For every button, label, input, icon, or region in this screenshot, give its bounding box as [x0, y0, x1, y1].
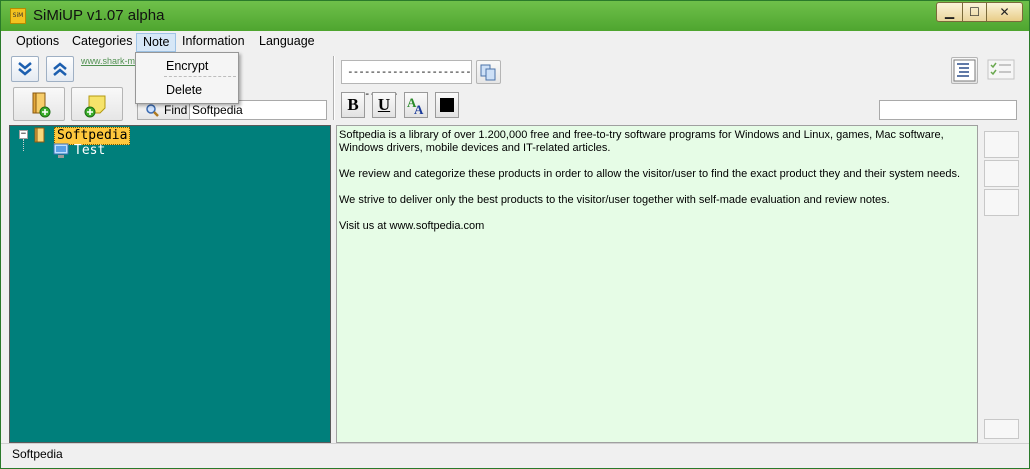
- editor-paragraph: Visit us at www.softpedia.com: [339, 220, 485, 232]
- menu-item-delete[interactable]: Delete: [166, 83, 202, 97]
- app-icon[interactable]: SiM: [10, 8, 26, 24]
- find-button-label: Find: [164, 103, 188, 117]
- menu-options[interactable]: Options: [10, 33, 65, 52]
- tree-node-label: Test: [74, 143, 106, 158]
- menu-separator: [164, 76, 236, 77]
- close-button[interactable]: ✕: [986, 2, 1023, 22]
- window-title: SiMiUP v1.07 alpha: [33, 7, 165, 24]
- add-note-icon: [84, 95, 106, 118]
- menu-note[interactable]: Note: [136, 33, 177, 52]
- underline-button[interactable]: U: [372, 92, 396, 118]
- side-button-panel: [980, 125, 1023, 443]
- checklist-icon: [987, 59, 1015, 80]
- double-chevron-up-icon: [53, 62, 67, 76]
- editor-paragraph: Softpedia is a library of over 1.200,000…: [339, 129, 944, 154]
- status-text: Softpedia: [12, 447, 63, 461]
- bold-button[interactable]: B: [341, 92, 365, 118]
- add-folder-icon: [32, 92, 51, 118]
- computer-icon: [53, 143, 69, 158]
- menu-language[interactable]: Language: [253, 33, 321, 52]
- note-menu-dropdown: Encrypt Delete: [135, 52, 239, 104]
- menu-item-encrypt[interactable]: Encrypt: [166, 59, 208, 73]
- side-button-1[interactable]: [984, 131, 1019, 158]
- side-button-3[interactable]: [984, 189, 1019, 216]
- note-editor[interactable]: Softpedia is a library of over 1.200,000…: [336, 125, 978, 443]
- menu-categories[interactable]: Categories: [66, 33, 138, 52]
- editor-paragraph: We strive to deliver only the best produ…: [339, 194, 890, 206]
- minimize-button[interactable]: ▁: [936, 2, 963, 22]
- double-chevron-down-icon: [18, 62, 32, 76]
- editor-paragraph: We review and categorize these products …: [339, 168, 961, 180]
- side-button-2[interactable]: [984, 160, 1019, 187]
- font-color-button[interactable]: A A: [404, 92, 428, 118]
- outline-view-icon: [953, 59, 976, 82]
- status-bar: Softpedia: [1, 443, 1029, 468]
- category-tree[interactable]: − Softpedia Test: [9, 125, 331, 443]
- add-note-button[interactable]: [71, 87, 123, 121]
- view-checklist-button[interactable]: [985, 57, 1017, 84]
- view-tree-button[interactable]: [951, 57, 978, 84]
- note-search-input[interactable]: [879, 100, 1017, 120]
- collapse-all-button[interactable]: [46, 56, 74, 82]
- menu-bar: Options Categories Note Information Lang…: [1, 31, 1029, 53]
- add-category-button[interactable]: [13, 87, 65, 121]
- svg-text:A: A: [414, 102, 424, 117]
- folder-icon: [34, 127, 45, 143]
- font-selector[interactable]: -------------------------------: [341, 60, 472, 100]
- tree-expander[interactable]: −: [19, 130, 28, 139]
- background-color-button[interactable]: [435, 92, 459, 118]
- tree-connector: [23, 139, 24, 151]
- menu-information[interactable]: Information: [176, 33, 251, 52]
- font-color-icon: A A: [407, 95, 424, 117]
- maximize-button[interactable]: ☐: [962, 2, 987, 22]
- side-button-4[interactable]: [984, 419, 1019, 439]
- toolbar-separator: [333, 56, 335, 120]
- app-window: SiM SiMiUP v1.07 alpha ▁ ☐ ✕ Options Cat…: [0, 0, 1030, 469]
- search-icon: [146, 104, 159, 117]
- title-bar[interactable]: SiM SiMiUP v1.07 alpha ▁ ☐ ✕: [1, 1, 1029, 31]
- expand-all-button[interactable]: [11, 56, 39, 82]
- editor-toolbar: ------------------------------- B U A A: [337, 54, 1023, 123]
- website-link[interactable]: www.shark-m: [81, 56, 135, 66]
- copy-button[interactable]: [476, 60, 501, 84]
- color-swatch-icon: [440, 98, 454, 112]
- copy-icon: [480, 64, 496, 81]
